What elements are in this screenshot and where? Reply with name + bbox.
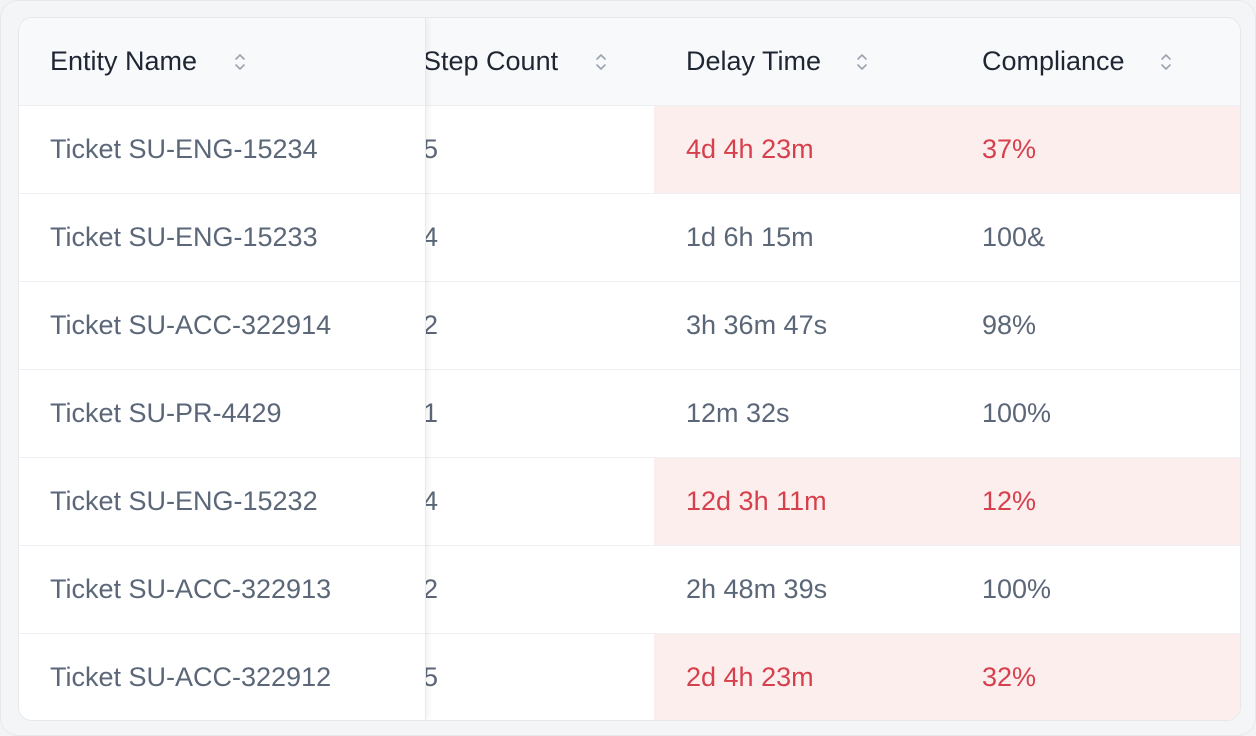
cell-delay-time: 4d 4h 23m — [654, 106, 950, 193]
page-frame: Step Count Delay Time Compliance 4d 4h 2… — [0, 0, 1256, 736]
column-header-label: Step Count — [426, 46, 559, 76]
cell-step-count: 4 — [426, 194, 654, 281]
cell-compliance: 37% — [950, 106, 1240, 193]
cell-entity-name[interactable]: Ticket SU-ACC-322914 — [19, 282, 426, 369]
sort-icon[interactable] — [853, 48, 871, 76]
table-row[interactable]: Ticket SU-PR-4429 — [19, 370, 425, 458]
cell-delay-time: 1d 6h 15m — [686, 222, 814, 252]
data-table-card: Step Count Delay Time Compliance 4d 4h 2… — [18, 17, 1241, 721]
table-row[interactable]: Ticket SU-ACC-322912 — [19, 634, 425, 720]
sticky-name-column: Entity Name Ticket SU-ENG-15234 Ticket S… — [19, 18, 426, 720]
cell-delay-time: 2h 48m 39s — [686, 574, 828, 604]
sort-icon[interactable] — [1157, 48, 1175, 76]
cell-entity-name[interactable]: Ticket SU-ACC-322913 — [19, 546, 426, 633]
table-row[interactable]: Ticket SU-ACC-322913 — [19, 546, 425, 634]
sort-icon[interactable] — [231, 48, 249, 76]
table-viewport[interactable]: Step Count Delay Time Compliance 4d 4h 2… — [19, 18, 1240, 720]
column-header-compliance[interactable]: Compliance — [950, 18, 1240, 105]
cell-entity-name[interactable]: Ticket SU-ENG-15234 — [19, 106, 426, 193]
cell-entity-name[interactable]: Ticket SU-ACC-322912 — [19, 634, 426, 720]
column-header-delay-time[interactable]: Delay Time — [654, 18, 950, 105]
cell-compliance: 100% — [982, 398, 1052, 428]
table-row[interactable]: Ticket SU-ENG-15233 — [19, 194, 425, 282]
cell-step-count: 2 — [426, 546, 654, 633]
table-row[interactable]: Ticket SU-ENG-15232 — [19, 458, 425, 546]
cell-entity-name[interactable]: Ticket SU-PR-4429 — [19, 370, 426, 457]
cell-entity-name[interactable]: Ticket SU-ENG-15232 — [19, 458, 426, 545]
column-header-label: Entity Name — [50, 46, 198, 76]
cell-delay-time: 12m 32s — [686, 398, 790, 428]
cell-delay-time: 2d 4h 23m — [654, 634, 950, 720]
cell-delay-time: 12d 3h 11m — [654, 458, 950, 545]
cell-entity-name[interactable]: Ticket SU-ENG-15233 — [19, 194, 426, 281]
cell-compliance: 100& — [982, 222, 1046, 252]
table-header-row: Entity Name — [19, 18, 425, 106]
sort-icon[interactable] — [592, 48, 610, 76]
column-header-step-count[interactable]: Step Count — [426, 18, 654, 105]
column-header-entity-name[interactable]: Entity Name — [19, 18, 426, 105]
cell-step-count: 1 — [426, 370, 654, 457]
table-row[interactable]: Ticket SU-ENG-15234 — [19, 106, 425, 194]
table-row[interactable]: Ticket SU-ACC-322914 — [19, 282, 425, 370]
column-header-label: Compliance — [982, 46, 1125, 76]
cell-compliance: 98% — [982, 310, 1037, 340]
cell-step-count: 2 — [426, 282, 654, 369]
cell-compliance: 12% — [950, 458, 1240, 545]
column-header-label: Delay Time — [686, 46, 822, 76]
cell-step-count: 5 — [426, 106, 654, 193]
cell-compliance: 32% — [950, 634, 1240, 720]
cell-step-count: 5 — [426, 634, 654, 720]
cell-compliance: 100% — [982, 574, 1052, 604]
cell-step-count: 4 — [426, 458, 654, 545]
cell-delay-time: 3h 36m 47s — [686, 310, 828, 340]
